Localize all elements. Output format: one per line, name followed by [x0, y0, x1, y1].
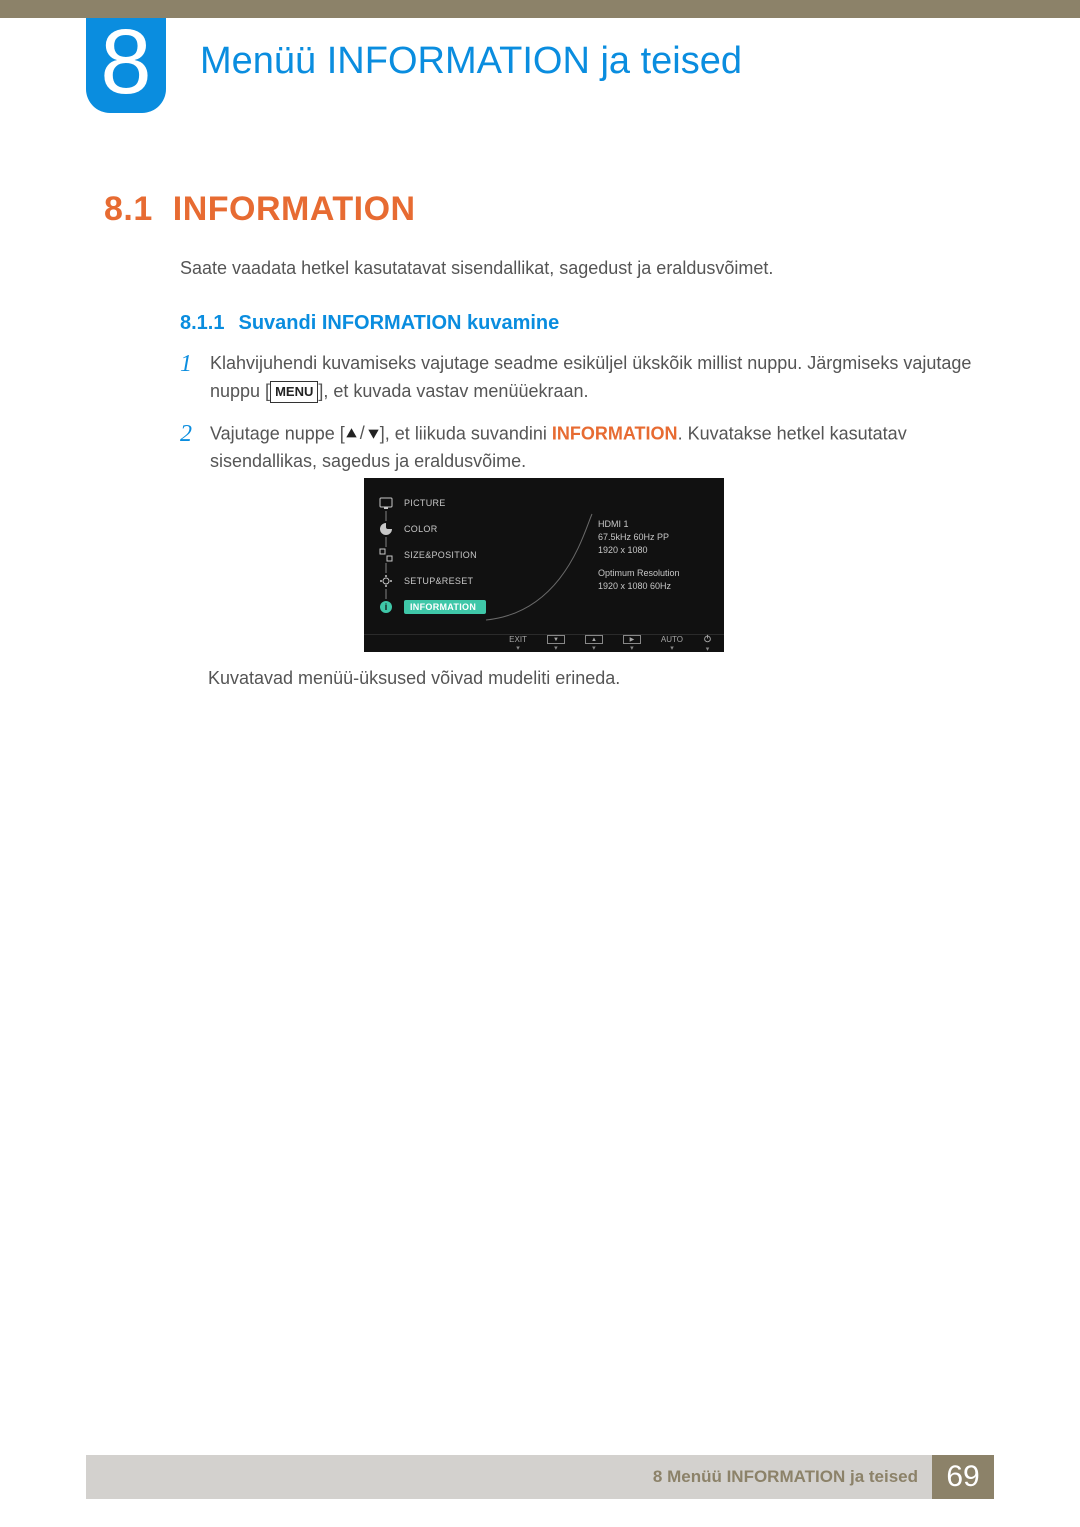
step-body: Klahvijuhendi kuvamiseks vajutage seadme… — [210, 350, 980, 406]
page-number: 69 — [932, 1455, 994, 1499]
highlight-term: INFORMATION — [552, 423, 678, 443]
caret-down-icon: ▾ — [516, 645, 520, 652]
step-2: 2 Vajutage nuppe [/], et liikuda suvandi… — [180, 420, 980, 476]
step-text: ], et kuvada vastav menüüekraan. — [318, 381, 588, 401]
osd-info-opt-value: 1920 x 1080 60Hz — [598, 580, 708, 593]
osd-item-label: PICTURE — [404, 498, 446, 508]
section-heading: 8.1 INFORMATION — [104, 190, 416, 229]
section-number: 8.1 — [104, 190, 153, 228]
osd-exit-button: EXIT ▾ — [509, 636, 527, 652]
subsection-number: 8.1.1 — [180, 312, 224, 334]
size-icon — [378, 547, 394, 563]
step-text: ], et liikuda suvandini — [380, 423, 552, 443]
triangle-up-icon: ▲ — [585, 635, 603, 644]
subsection-title: Suvandi INFORMATION kuvamine — [238, 312, 559, 334]
osd-item-label: COLOR — [404, 524, 438, 534]
subsection-heading: 8.1.1 Suvandi INFORMATION kuvamine — [180, 312, 559, 335]
step-1: 1 Klahvijuhendi kuvamiseks vajutage sead… — [180, 350, 980, 406]
top-bar — [0, 0, 1080, 18]
chapter-number: 8 — [100, 16, 151, 108]
osd-screenshot: PICTURE COLOR SIZE&POSITION SETUP&RESET … — [364, 478, 724, 652]
osd-item-label: SETUP&RESET — [404, 576, 473, 586]
osd-info-freq: 67.5kHz 60Hz PP — [598, 531, 708, 544]
step-number: 2 — [180, 420, 210, 476]
osd-auto-label: AUTO — [661, 636, 683, 644]
caret-down-icon: ▾ — [670, 645, 674, 652]
osd-connector-line — [484, 492, 594, 622]
power-icon — [703, 634, 712, 645]
section-intro: Saate vaadata hetkel kasutatavat sisenda… — [180, 258, 773, 279]
osd-body: PICTURE COLOR SIZE&POSITION SETUP&RESET … — [364, 478, 724, 634]
chapter-tab: 8 — [86, 18, 166, 113]
osd-up-button: ▲ ▾ — [585, 635, 603, 652]
step-text: Vajutage nuppe [ — [210, 423, 345, 443]
osd-info-source: HDMI 1 — [598, 518, 708, 531]
updown-icon: / — [345, 420, 380, 448]
triangle-right-icon: ▶ — [623, 635, 641, 644]
picture-icon — [378, 495, 394, 511]
osd-power-button: ▾ — [703, 634, 712, 653]
caret-down-icon: ▾ — [706, 646, 710, 653]
osd-item-label: SIZE&POSITION — [404, 550, 477, 560]
step-body: Vajutage nuppe [/], et liikuda suvandini… — [210, 420, 980, 476]
section-title: INFORMATION — [173, 190, 416, 228]
osd-item-label: INFORMATION — [404, 600, 486, 614]
caret-down-icon: ▾ — [554, 645, 558, 652]
osd-bottom-bar: EXIT ▾ ▼ ▾ ▲ ▾ ▶ ▾ AUTO ▾ ▾ — [364, 634, 724, 652]
steps-list: 1 Klahvijuhendi kuvamiseks vajutage sead… — [180, 350, 980, 490]
footer-bar: 8 Menüü INFORMATION ja teised 69 — [86, 1455, 994, 1499]
svg-text:i: i — [385, 602, 388, 612]
osd-info-opt-label: Optimum Resolution — [598, 567, 708, 580]
step-number: 1 — [180, 350, 210, 406]
caret-down-icon: ▾ — [592, 645, 596, 652]
menu-key: MENU — [270, 381, 318, 403]
triangle-down-icon: ▼ — [547, 635, 565, 644]
footer-text: 8 Menüü INFORMATION ja teised — [653, 1467, 918, 1487]
osd-right-button: ▶ ▾ — [623, 635, 641, 652]
osd-auto-button: AUTO ▾ — [661, 636, 683, 652]
osd-info-panel: HDMI 1 67.5kHz 60Hz PP 1920 x 1080 Optim… — [598, 518, 708, 593]
color-icon — [378, 521, 394, 537]
osd-info-res: 1920 x 1080 — [598, 544, 708, 557]
caret-down-icon: ▾ — [630, 645, 634, 652]
osd-exit-label: EXIT — [509, 636, 527, 644]
gear-icon — [378, 573, 394, 589]
info-icon: i — [378, 599, 394, 615]
osd-down-button: ▼ ▾ — [547, 635, 565, 652]
chapter-title: Menüü INFORMATION ja teised — [200, 40, 742, 83]
figure-caption: Kuvatavad menüü-üksused võivad mudeliti … — [208, 668, 620, 689]
